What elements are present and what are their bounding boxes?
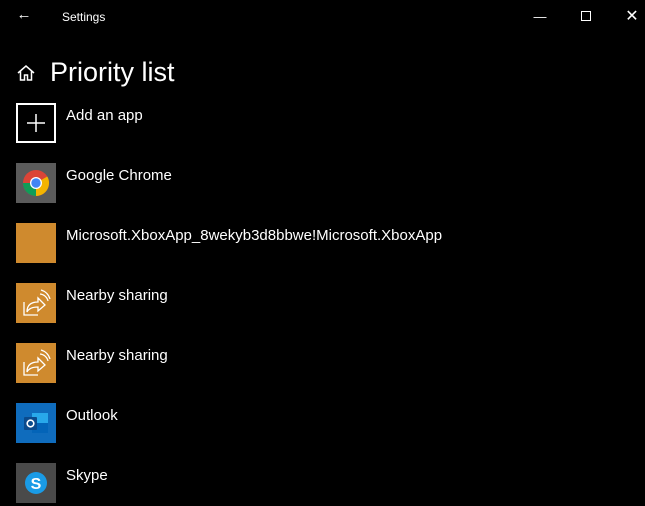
app-name: Outlook bbox=[66, 407, 118, 424]
app-name: Google Chrome bbox=[66, 167, 172, 184]
app-name: Nearby sharing bbox=[66, 347, 168, 364]
chrome-icon bbox=[16, 163, 56, 203]
home-icon[interactable] bbox=[16, 63, 36, 83]
app-name: Microsoft.XboxApp_8wekyb3d8bbwe!Microsof… bbox=[66, 227, 443, 244]
app-item-chrome[interactable]: Google Chrome bbox=[16, 163, 172, 203]
maximize-icon[interactable] bbox=[563, 0, 609, 32]
outlook-icon bbox=[16, 403, 56, 443]
page-title: Priority list bbox=[50, 57, 175, 87]
blank-app-icon bbox=[16, 223, 56, 263]
app-item-skype[interactable]: S Skype bbox=[16, 463, 108, 503]
nearby-sharing-icon bbox=[16, 283, 56, 323]
minimize-icon[interactable]: — bbox=[517, 0, 563, 32]
back-arrow-icon[interactable]: ← bbox=[14, 6, 34, 26]
page-header: Priority list bbox=[16, 57, 175, 88]
window-title: Settings bbox=[62, 10, 106, 24]
app-item-nearby-sharing[interactable]: Nearby sharing bbox=[16, 283, 168, 323]
add-app-button[interactable]: Add an app bbox=[16, 103, 143, 143]
svg-text:S: S bbox=[31, 476, 42, 493]
skype-icon: S bbox=[16, 463, 56, 503]
close-icon[interactable]: ✕ bbox=[609, 0, 645, 32]
app-item-nearby-sharing[interactable]: Nearby sharing bbox=[16, 343, 168, 383]
add-app-label: Add an app bbox=[66, 107, 143, 124]
app-name: Nearby sharing bbox=[66, 287, 168, 304]
app-name: Skype bbox=[66, 467, 108, 484]
app-item-xbox[interactable]: Microsoft.XboxApp_8wekyb3d8bbwe!Microsof… bbox=[16, 223, 442, 263]
title-bar: ← Settings — ✕ bbox=[0, 0, 645, 32]
app-item-outlook[interactable]: Outlook bbox=[16, 403, 118, 443]
nearby-sharing-icon bbox=[16, 343, 56, 383]
plus-icon bbox=[16, 103, 56, 143]
